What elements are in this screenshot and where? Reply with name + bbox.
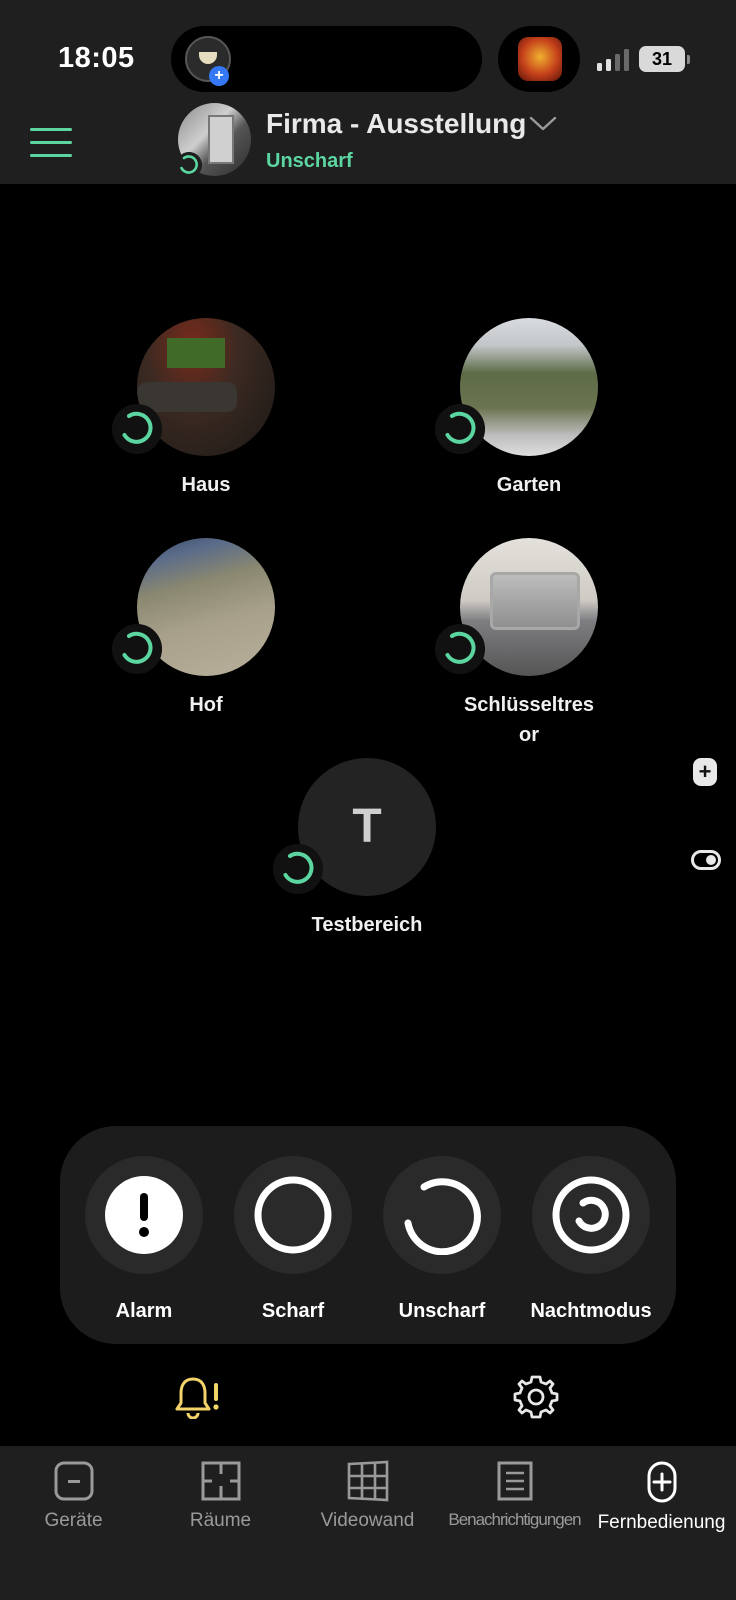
armed-ring-icon [254, 1176, 332, 1254]
nav-item-geraete[interactable]: Geräte [0, 1460, 147, 1532]
site-name[interactable]: Firma - Ausstellung [266, 108, 526, 140]
scharf-disc [234, 1156, 352, 1274]
area-label: Schlüsseltres or [463, 694, 595, 746]
disarmed-ring-icon [112, 624, 162, 674]
area-testbereich[interactable]: T Testbereich [267, 758, 467, 940]
chevron-down-icon[interactable] [529, 116, 557, 132]
area-haus[interactable]: Haus [106, 318, 306, 500]
nav-item-raeume[interactable]: Räume [147, 1460, 294, 1532]
disarmed-ring-icon [435, 404, 485, 454]
nav-item-videowand[interactable]: Videowand [294, 1460, 441, 1532]
dynamic-island-right [498, 26, 580, 92]
area-label: Haus [181, 474, 231, 496]
disarmed-ring-icon [435, 624, 485, 674]
disarmed-ring-icon [176, 152, 202, 178]
status-time: 18:05 [58, 42, 135, 74]
game-app-icon[interactable] [518, 37, 562, 81]
nachtmodus-button[interactable]: Nachtmodus [526, 1156, 656, 1323]
nav-label: Videowand [320, 1510, 415, 1531]
night-mode-icon [552, 1176, 630, 1254]
alarm-label: Alarm [115, 1300, 173, 1322]
alarm-icon [105, 1176, 183, 1254]
area-label: Hof [189, 694, 223, 716]
plus-badge-icon: + [209, 66, 229, 86]
area-schluesseltresor[interactable]: Schlüsseltres or [429, 538, 629, 750]
unscharf-label: Unscharf [398, 1300, 486, 1322]
nav-label: Fernbedienung [597, 1512, 726, 1533]
hamburger-menu-icon[interactable] [30, 128, 72, 158]
disarmed-ring-icon [273, 844, 323, 894]
rooms-icon [201, 1461, 240, 1501]
nav-label: Benachrichtigungen [448, 1510, 581, 1529]
area-label: Garten [496, 474, 562, 496]
unscharf-button[interactable]: Unscharf [377, 1156, 507, 1323]
dynamic-island: + [171, 26, 482, 92]
remote-control-icon [647, 1461, 676, 1503]
site-state: Unscharf [266, 150, 353, 172]
unscharf-disc [383, 1156, 501, 1274]
devices-icon [54, 1461, 93, 1501]
nav-item-fernbedienung[interactable]: Fernbedienung [588, 1460, 735, 1534]
area-garten[interactable]: Garten [429, 318, 629, 500]
nachtmodus-disc [532, 1156, 650, 1274]
bell-alert-icon[interactable] [175, 1375, 223, 1419]
nav-item-benachrichtigungen[interactable]: Benachrichtigungen [441, 1460, 588, 1530]
disarmed-ring-icon [112, 404, 162, 454]
disarmed-ring-icon [404, 1178, 481, 1255]
bottom-nav: Geräte Räume Videowand Benachrichtigunge… [0, 1446, 736, 1600]
battery-icon: 31 [639, 46, 690, 72]
alarm-button[interactable]: Alarm [79, 1156, 209, 1323]
gear-icon[interactable] [513, 1374, 559, 1420]
scharf-label: Scharf [261, 1300, 325, 1322]
area-hof[interactable]: Hof [106, 538, 306, 720]
nav-label: Geräte [44, 1510, 103, 1531]
top-bar: 18:05 + 31 Firma - Ausstellung Unscharf [0, 0, 736, 184]
toggle-icon[interactable] [691, 850, 721, 870]
nav-label: Räume [189, 1510, 252, 1531]
add-icon[interactable]: + [693, 758, 717, 786]
area-label: Testbereich [311, 914, 423, 936]
alarm-disc [85, 1156, 203, 1274]
signal-icon [597, 49, 629, 71]
scharf-button[interactable]: Scharf [228, 1156, 358, 1323]
notifications-list-icon [497, 1461, 532, 1501]
nachtmodus-label: Nachtmodus [530, 1300, 652, 1322]
videowall-icon [347, 1460, 388, 1502]
arming-control-panel: Alarm Scharf Unscharf Nachtmodus [60, 1126, 676, 1344]
